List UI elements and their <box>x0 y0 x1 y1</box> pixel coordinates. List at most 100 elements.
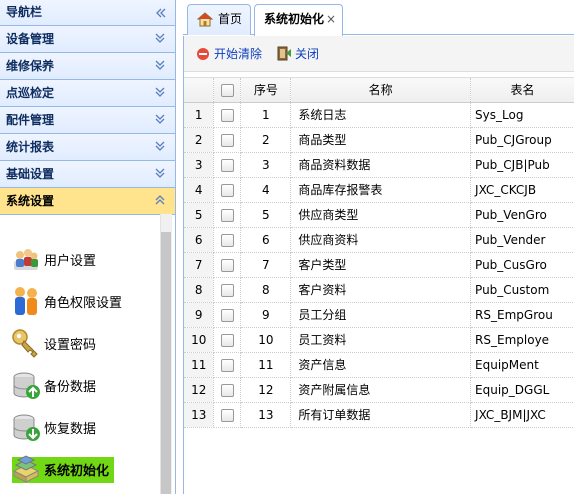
row-checkbox[interactable] <box>213 377 242 403</box>
row-checkbox[interactable] <box>213 227 242 253</box>
table-row[interactable]: 3 3 商品资料数据 Pub_CJB|Pub <box>184 152 574 178</box>
cell-seq: 8 <box>240 277 292 303</box>
cell-name: 商品类型 <box>290 127 472 153</box>
chevron-double-up-icon[interactable] <box>153 188 167 214</box>
cell-seq: 13 <box>240 402 292 428</box>
table-row[interactable]: 6 6 供应商资料 Pub_Vender <box>184 227 574 253</box>
column-header-table[interactable]: 表名 <box>470 78 574 103</box>
table-row[interactable]: 2 2 商品类型 Pub_CJGroup <box>184 127 574 153</box>
section-maintenance[interactable]: 维修保养 <box>0 53 175 80</box>
row-number: 1 <box>184 102 215 128</box>
checkbox-icon[interactable] <box>220 83 234 97</box>
section-inspection[interactable]: 点巡检定 <box>0 80 175 107</box>
sidebar-scrollbar-thumb[interactable] <box>161 232 171 494</box>
cell-name: 员工资料 <box>290 327 472 353</box>
chevron-double-down-icon[interactable] <box>153 53 167 79</box>
row-number: 8 <box>184 277 215 303</box>
table-row[interactable]: 4 4 商品库存报警表 JXC_CKCJB <box>184 177 574 203</box>
table-row[interactable]: 9 9 员工分组 RS_EmpGrou <box>184 302 574 328</box>
chevron-double-down-icon[interactable] <box>153 26 167 52</box>
cell-name: 资产附属信息 <box>290 377 472 403</box>
content-panel: 开始清除 关闭 序号 名称 表名 1 1 系统日志 Sys_Log 2 2 商品… <box>183 36 574 494</box>
cell-table: Sys_Log <box>470 102 574 128</box>
table-row[interactable]: 5 5 供应商类型 Pub_VenGro <box>184 202 574 228</box>
table-row[interactable]: 10 10 员工资料 RS_Employe <box>184 327 574 353</box>
table-row[interactable]: 1 1 系统日志 Sys_Log <box>184 102 574 128</box>
checkbox-icon[interactable] <box>220 133 234 147</box>
close-icon[interactable]: × <box>326 5 336 34</box>
cell-name: 系统日志 <box>290 102 472 128</box>
menu-item-user-settings[interactable]: 用户设置 <box>0 238 175 280</box>
checkbox-icon[interactable] <box>220 208 234 222</box>
rownum-header <box>184 78 215 103</box>
table-row[interactable]: 7 7 客户类型 Pub_CusGro <box>184 252 574 278</box>
section-device-management[interactable]: 设备管理 <box>0 26 175 53</box>
system-settings-menu: 用户设置 角色权限设置 设置密码 备份数据 恢复数据 系统初始化 <box>0 215 175 493</box>
row-checkbox[interactable] <box>213 352 242 378</box>
menu-item-role-permissions[interactable]: 角色权限设置 <box>0 280 175 322</box>
backup-database-icon <box>13 372 40 399</box>
row-checkbox[interactable] <box>213 277 242 303</box>
checkbox-icon[interactable] <box>220 308 234 322</box>
table-row[interactable]: 8 8 客户资料 Pub_Custom <box>184 277 574 303</box>
sidebar: 导航栏 设备管理 维修保养 点巡检定 配件管理 统计报表 基础设置 系统设置 用… <box>0 0 176 494</box>
row-checkbox[interactable] <box>213 202 242 228</box>
column-header-name[interactable]: 名称 <box>290 78 472 103</box>
checkbox-icon[interactable] <box>220 358 234 372</box>
row-checkbox[interactable] <box>213 177 242 203</box>
row-checkbox[interactable] <box>213 402 242 428</box>
row-checkbox[interactable] <box>213 127 242 153</box>
checkbox-icon[interactable] <box>220 158 234 172</box>
chevron-double-down-icon[interactable] <box>153 107 167 133</box>
column-header-seq[interactable]: 序号 <box>240 78 292 103</box>
row-checkbox[interactable] <box>213 152 242 178</box>
checkbox-icon[interactable] <box>220 283 234 297</box>
cell-table: RS_Employe <box>470 327 574 353</box>
checkbox-icon[interactable] <box>220 258 234 272</box>
row-number: 5 <box>184 202 215 228</box>
tab-bar: 首页 系统初始化 × <box>183 0 574 36</box>
table-row[interactable]: 13 13 所有订单数据 JXC_BJM|JXC <box>184 402 574 428</box>
tab-system-init[interactable]: 系统初始化 × <box>254 4 343 36</box>
menu-item-system-init[interactable]: 系统初始化 <box>0 448 175 490</box>
section-reports[interactable]: 统计报表 <box>0 134 175 161</box>
cell-table: Pub_Vender <box>470 227 574 253</box>
row-checkbox[interactable] <box>213 102 242 128</box>
collapse-left-icon[interactable] <box>153 0 167 26</box>
section-parts-management[interactable]: 配件管理 <box>0 107 175 134</box>
menu-item-restore-data[interactable]: 恢复数据 <box>0 406 175 448</box>
chevron-double-down-icon[interactable] <box>153 134 167 160</box>
select-all-checkbox[interactable] <box>213 78 242 103</box>
table-row[interactable]: 12 12 资产附属信息 Equip_DGGL <box>184 377 574 403</box>
checkbox-icon[interactable] <box>220 108 234 122</box>
cell-name: 员工分组 <box>290 302 472 328</box>
row-number: 10 <box>184 327 215 353</box>
cell-name: 资产信息 <box>290 352 472 378</box>
row-number: 2 <box>184 127 215 153</box>
table-row[interactable]: 11 11 资产信息 EquipMent <box>184 352 574 378</box>
menu-item-backup-data[interactable]: 备份数据 <box>0 364 175 406</box>
init-table: 序号 名称 表名 1 1 系统日志 Sys_Log 2 2 商品类型 Pub_CJGroup 3… <box>184 78 574 428</box>
cell-name: 客户资料 <box>290 277 472 303</box>
row-checkbox[interactable] <box>213 327 242 353</box>
cell-name: 客户类型 <box>290 252 472 278</box>
checkbox-icon[interactable] <box>220 183 234 197</box>
row-number: 6 <box>184 227 215 253</box>
cell-table: JXC_CKCJB <box>470 177 574 203</box>
checkbox-icon[interactable] <box>220 383 234 397</box>
cell-name: 商品库存报警表 <box>290 177 472 203</box>
checkbox-icon[interactable] <box>220 333 234 347</box>
row-number: 12 <box>184 377 215 403</box>
tab-home[interactable]: 首页 <box>187 4 251 35</box>
chevron-double-down-icon[interactable] <box>153 161 167 187</box>
cell-seq: 1 <box>240 102 292 128</box>
row-checkbox[interactable] <box>213 252 242 278</box>
cell-seq: 10 <box>240 327 292 353</box>
checkbox-icon[interactable] <box>220 233 234 247</box>
checkbox-icon[interactable] <box>220 408 234 422</box>
menu-item-set-password[interactable]: 设置密码 <box>0 322 175 364</box>
chevron-double-down-icon[interactable] <box>153 80 167 106</box>
section-basic-settings[interactable]: 基础设置 <box>0 161 175 188</box>
row-checkbox[interactable] <box>213 302 242 328</box>
section-system-settings[interactable]: 系统设置 <box>0 188 175 215</box>
